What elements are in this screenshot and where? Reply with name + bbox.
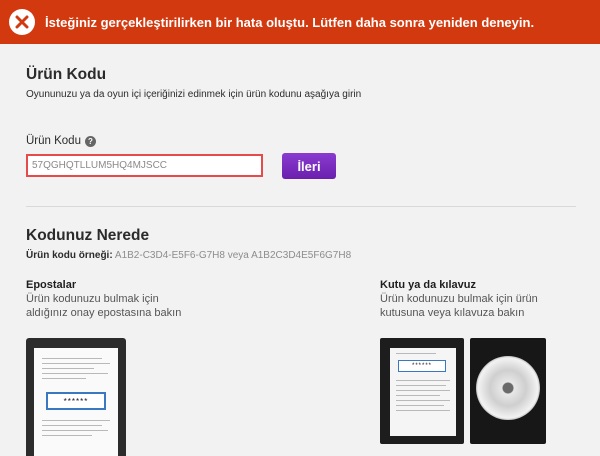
box-illustration: ******	[380, 338, 560, 456]
product-code-label: Ürün Kodu ?	[26, 135, 96, 147]
product-code-input[interactable]	[26, 154, 263, 177]
close-icon	[9, 9, 35, 35]
code-example: Ürün kodu örneği: A1B2-C3D4-E5F6-G7H8 ve…	[26, 250, 352, 261]
box-description: Ürün kodunuzu bulmak için ürün kutusuna …	[380, 293, 538, 319]
product-code-title: Ürün Kodu	[26, 66, 107, 83]
error-banner: İsteğiniz gerçekleştirilirken bir hata o…	[0, 0, 600, 44]
where-title: Kodunuz Nerede	[26, 227, 150, 244]
product-code-description: Oyununuzu ya da oyun içi içeriğinizi edi…	[26, 89, 362, 100]
divider	[26, 206, 576, 207]
emails-title: Epostalar	[26, 279, 77, 291]
error-message: İsteğiniz gerçekleştirilirken bir hata o…	[45, 14, 535, 30]
email-code-box: ******	[46, 392, 106, 410]
help-icon[interactable]: ?	[84, 135, 96, 147]
emails-description: Ürün kodunuzu bulmak için aldığınız onay…	[26, 293, 182, 319]
next-button[interactable]: İleri	[282, 153, 336, 179]
box-title: Kutu ya da kılavuz	[380, 279, 476, 291]
box-code-box: ******	[398, 360, 446, 372]
disc-icon	[476, 356, 540, 420]
email-illustration: ******	[26, 338, 126, 456]
